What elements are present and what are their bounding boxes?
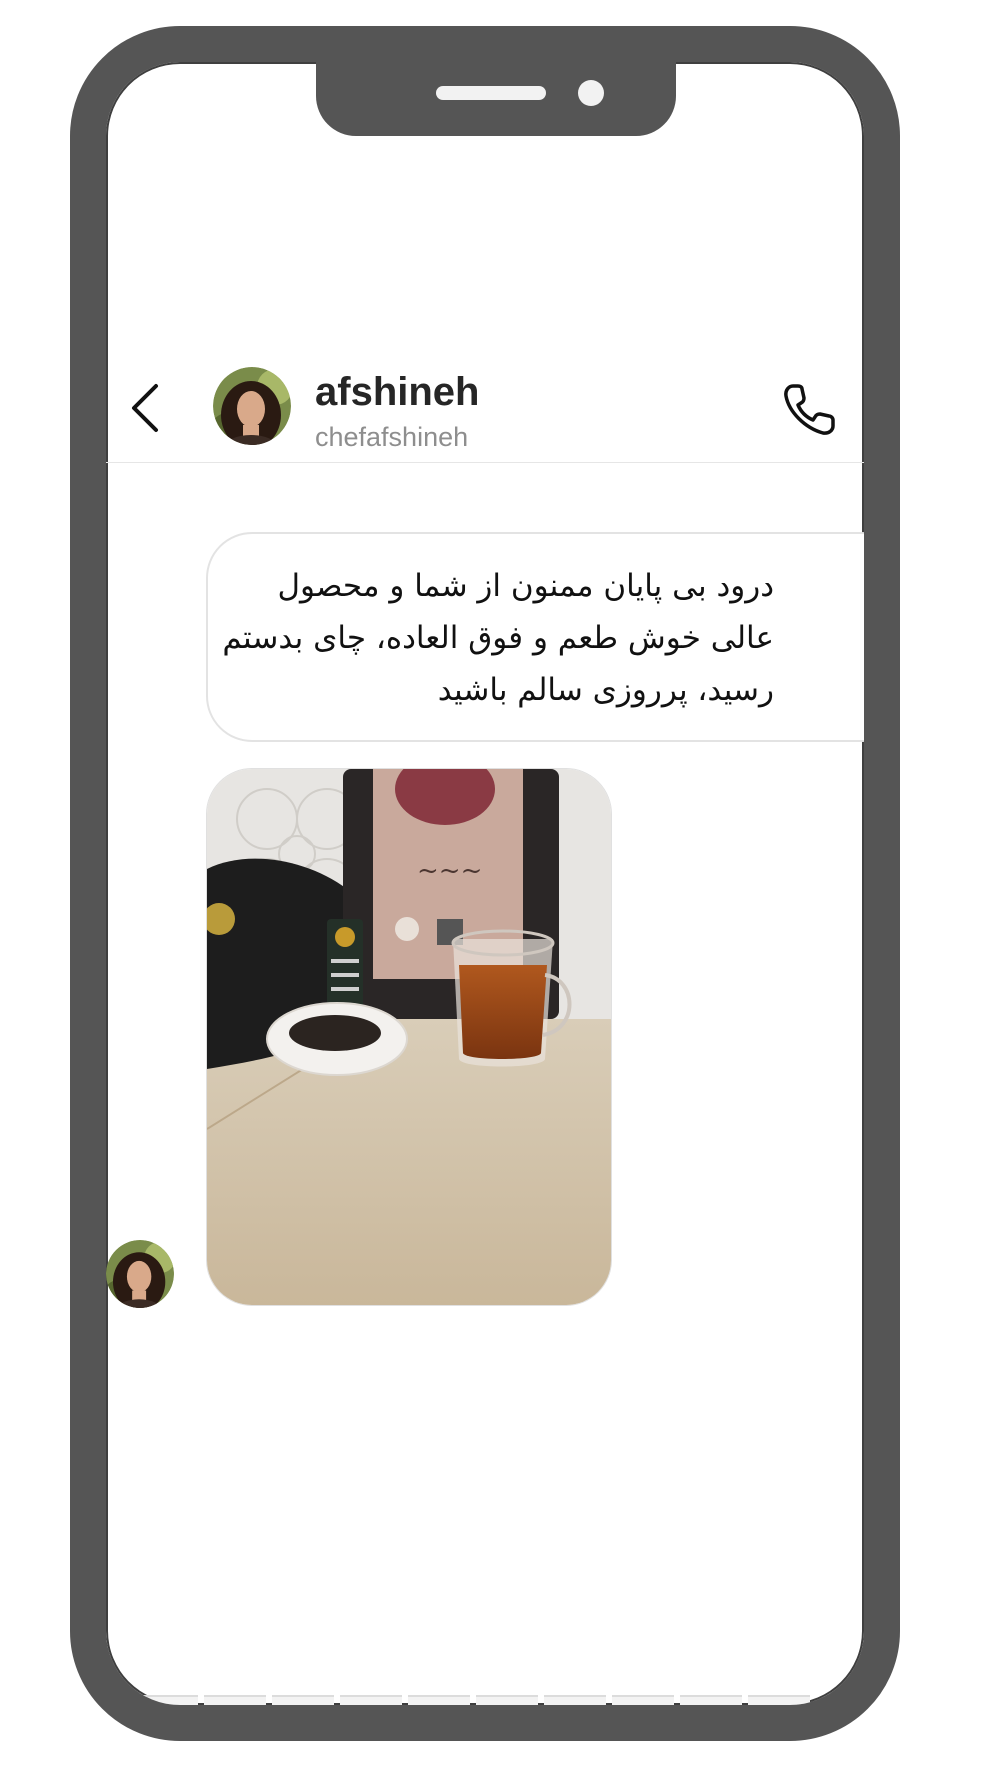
call-button[interactable] xyxy=(779,380,839,440)
chevron-left-icon xyxy=(132,384,158,432)
thumbnail-strip xyxy=(136,1695,836,1705)
tea-product-photo: ~~~ xyxy=(207,769,611,1305)
thumbnail[interactable] xyxy=(408,1695,470,1705)
avatar[interactable] xyxy=(213,367,291,445)
thumbnail[interactable] xyxy=(476,1695,538,1705)
thumbnail[interactable] xyxy=(612,1695,674,1705)
contact-handle: chefafshineh xyxy=(315,422,469,452)
thumbnail[interactable] xyxy=(544,1695,606,1705)
front-camera xyxy=(578,80,604,106)
back-button[interactable] xyxy=(122,380,172,436)
speaker-grille xyxy=(436,86,546,100)
sender-avatar[interactable] xyxy=(106,1240,174,1308)
thumbnail[interactable] xyxy=(204,1695,266,1705)
thumbnail[interactable] xyxy=(748,1695,810,1705)
chat-header: afshineh chefafshineh xyxy=(106,352,864,463)
message-bubble[interactable]: درود بی پایان ممنون از شما و محصول عالی … xyxy=(206,532,864,742)
thumbnail[interactable] xyxy=(272,1695,334,1705)
sender-avatar-image xyxy=(106,1240,174,1308)
thumbnail[interactable] xyxy=(340,1695,402,1705)
message-text: درود بی پایان ممنون از شما و محصول عالی … xyxy=(222,568,774,708)
thumbnail[interactable] xyxy=(680,1695,742,1705)
phone-icon xyxy=(784,384,835,435)
page: afshineh chefafshineh درود بی پایان ممنو… xyxy=(0,0,1000,1778)
photo-message[interactable]: ~~~ xyxy=(206,768,612,1306)
phone-notch xyxy=(316,62,676,136)
contact-name[interactable]: afshineh xyxy=(315,370,479,415)
thumbnail[interactable] xyxy=(136,1695,198,1705)
svg-text:~~~: ~~~ xyxy=(417,856,482,886)
phone-frame: afshineh chefafshineh درود بی پایان ممنو… xyxy=(70,26,900,1741)
avatar-image xyxy=(213,367,291,445)
